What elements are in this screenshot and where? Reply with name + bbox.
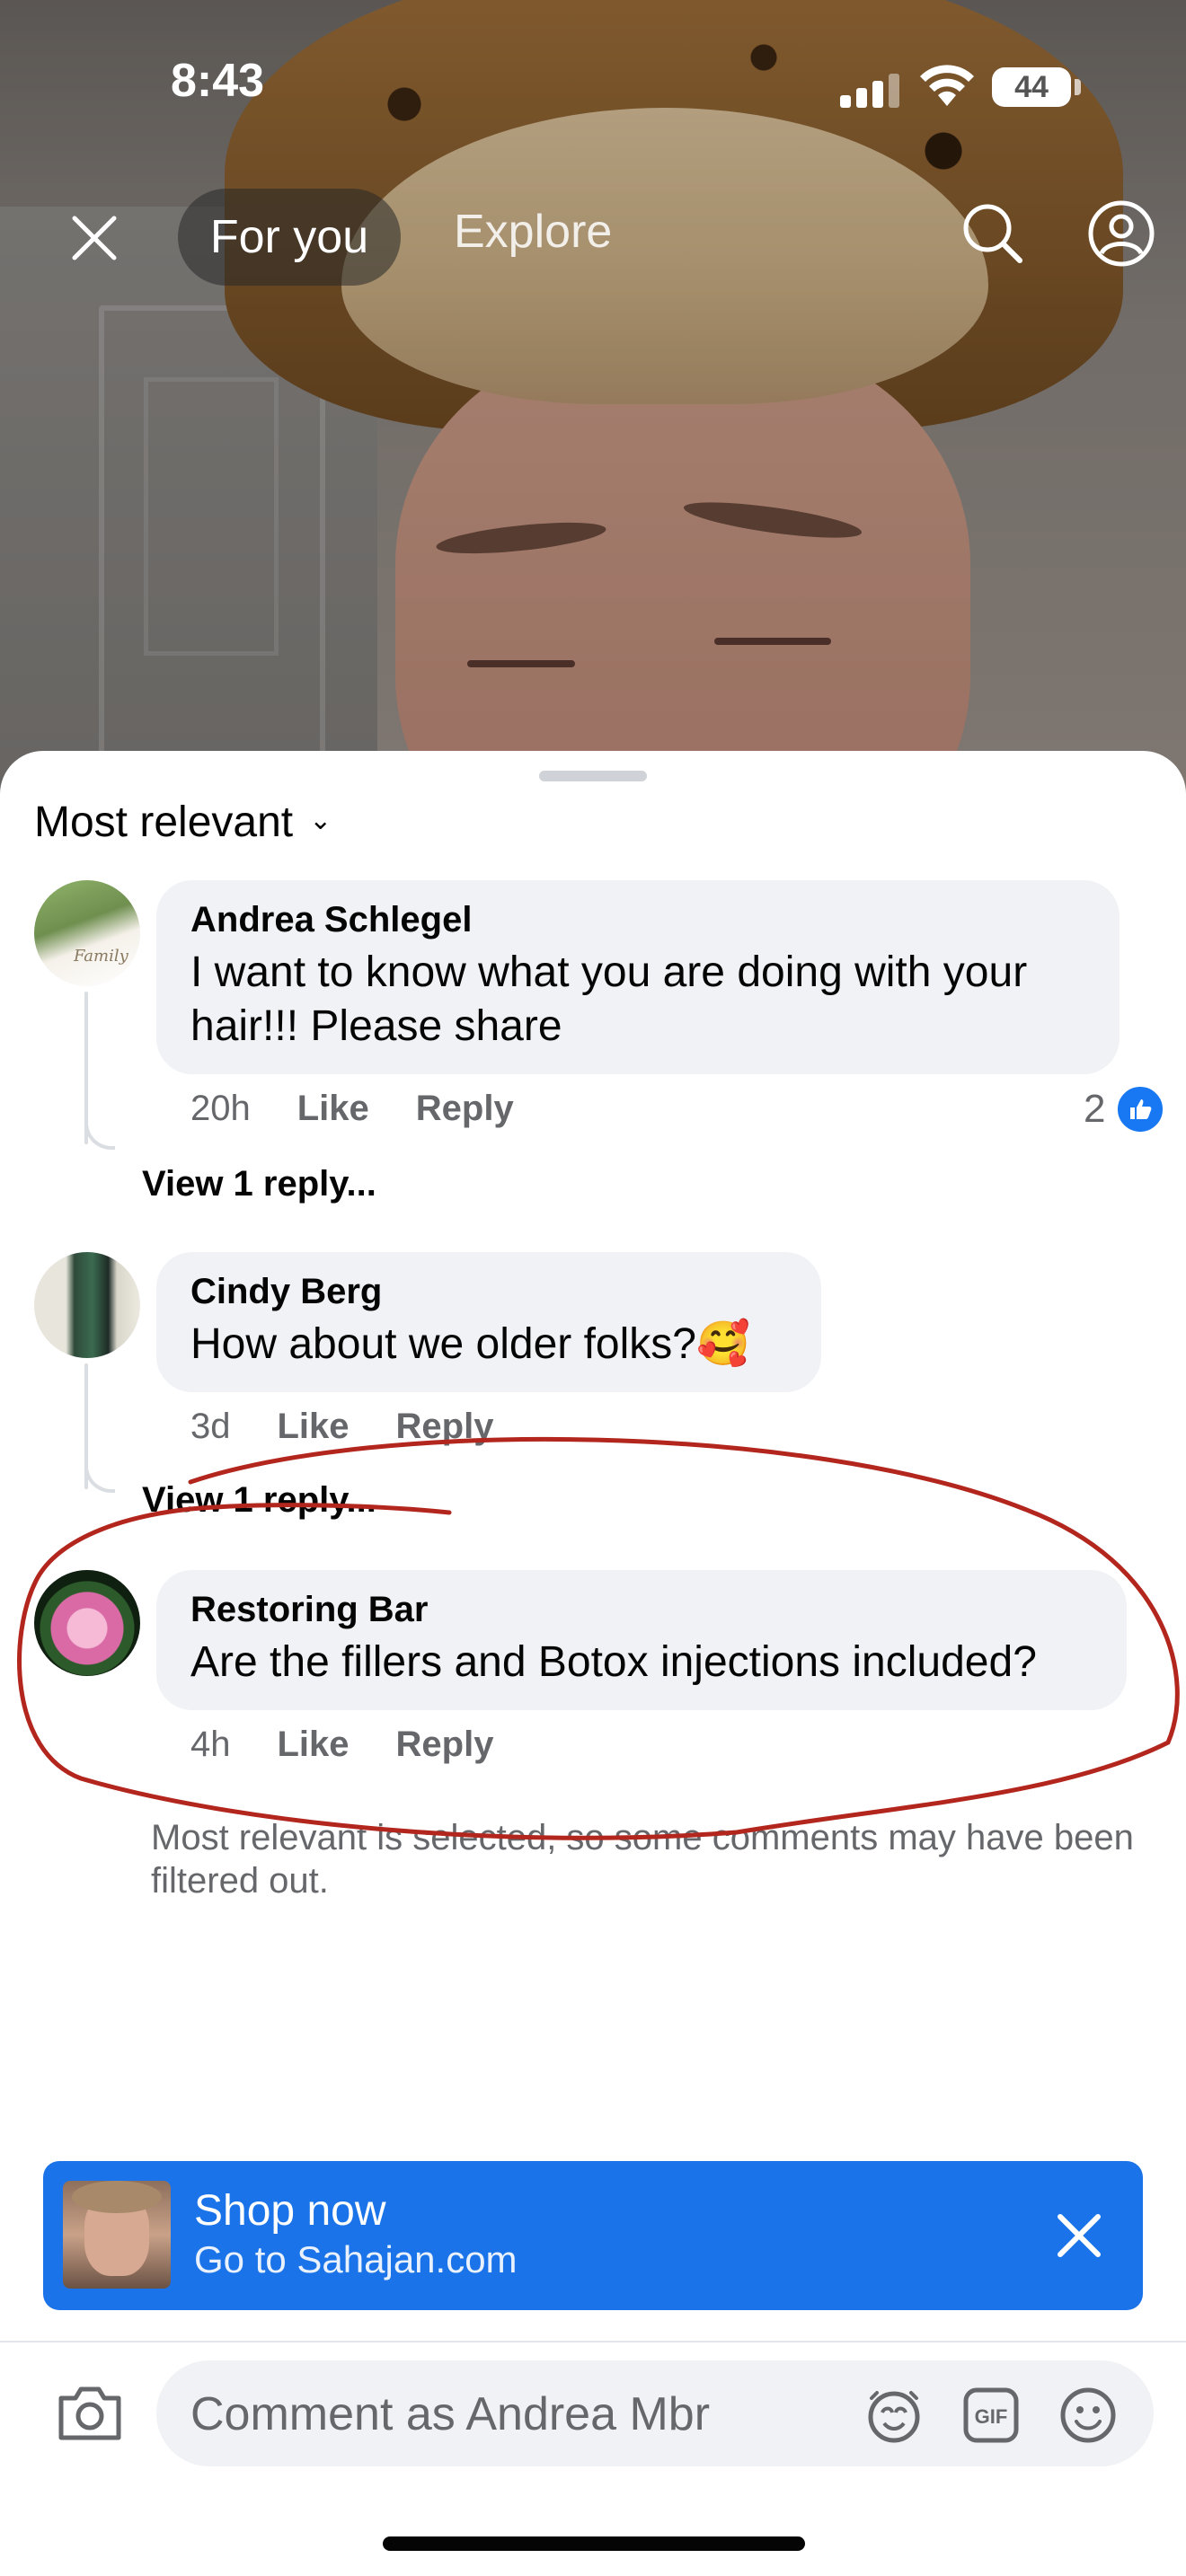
comment-text: Are the fillers and Botox injections inc…: [190, 1638, 1037, 1686]
search-icon[interactable]: [957, 198, 1029, 269]
avatar[interactable]: [34, 1252, 140, 1358]
reply-button[interactable]: Reply: [416, 1089, 514, 1129]
comment-bubble[interactable]: Restoring Bar Are the fillers and Botox …: [156, 1570, 1127, 1710]
avatar[interactable]: [34, 1570, 140, 1676]
comment-placeholder: Comment as Andrea Mbr: [190, 2388, 711, 2440]
comment-author[interactable]: Cindy Berg: [190, 1272, 787, 1312]
comment-author[interactable]: Andrea Schlegel: [190, 900, 1085, 940]
profile-icon[interactable]: [1085, 198, 1157, 269]
battery-nub: [1075, 79, 1081, 95]
comment-actions: 3d Like Reply: [190, 1407, 493, 1447]
comment-actions: 20h Like Reply: [190, 1089, 514, 1129]
battery-indicator: 44: [992, 67, 1071, 107]
close-button[interactable]: [58, 202, 130, 274]
comment-actions: 4h Like Reply: [190, 1725, 493, 1765]
like-button[interactable]: Like: [278, 1407, 350, 1447]
reply-button[interactable]: Reply: [396, 1725, 494, 1765]
comment-timestamp: 4h: [190, 1725, 231, 1764]
thread-curve: [84, 1119, 115, 1150]
comment-timestamp: 20h: [190, 1089, 251, 1128]
ad-title: Shop now: [194, 2187, 386, 2235]
chevron-down-icon: ⌄: [309, 806, 332, 835]
reply-button[interactable]: Reply: [396, 1407, 494, 1447]
filter-note: Most relevant is selected, so some comme…: [151, 1818, 1134, 1901]
sheet-grabber[interactable]: [539, 771, 647, 781]
comment-bubble[interactable]: Cindy Berg How about we older folks?🥰: [156, 1252, 821, 1392]
comment-bubble[interactable]: Andrea Schlegel I want to know what you …: [156, 880, 1120, 1074]
ad-subtitle: Go to Sahajan.com: [194, 2238, 518, 2280]
comment-text: How about we older folks?🥰: [190, 1320, 750, 1368]
composer-divider: [0, 2341, 1186, 2342]
sort-label: Most relevant: [34, 798, 294, 846]
close-icon: [72, 216, 117, 260]
emoji-icon[interactable]: [1058, 2386, 1118, 2445]
sort-dropdown[interactable]: Most relevant ⌄: [34, 798, 332, 847]
camera-icon[interactable]: [54, 2380, 126, 2445]
comment-timestamp: 3d: [190, 1407, 231, 1446]
like-icon: [1114, 1083, 1167, 1135]
comment-input[interactable]: Comment as Andrea Mbr GIF: [156, 2360, 1154, 2466]
svg-text:GIF: GIF: [975, 2405, 1008, 2428]
tab-explore[interactable]: Explore: [454, 205, 612, 259]
reaction-count: 2: [1084, 1087, 1106, 1131]
shop-now-banner[interactable]: Shop now Go to Sahajan.com: [43, 2161, 1143, 2310]
cellular-signal-icon: [840, 72, 903, 108]
comment-author[interactable]: Restoring Bar: [190, 1590, 1093, 1630]
gif-icon[interactable]: GIF: [961, 2386, 1021, 2445]
like-button[interactable]: Like: [297, 1089, 369, 1129]
tab-for-you[interactable]: For you: [178, 189, 401, 286]
reaction-summary[interactable]: 2: [1084, 1083, 1167, 1135]
like-button[interactable]: Like: [278, 1725, 350, 1765]
avatar-sticker-icon[interactable]: [864, 2386, 924, 2445]
wifi-icon: [920, 65, 974, 106]
video-dim-overlay: [0, 0, 1186, 808]
view-replies-link[interactable]: View 1 reply...: [142, 1164, 376, 1204]
home-indicator[interactable]: [383, 2536, 805, 2551]
ad-thumbnail: [63, 2181, 171, 2289]
avatar[interactable]: Family: [34, 880, 140, 986]
view-replies-link[interactable]: View 1 reply...: [142, 1480, 376, 1521]
video-background[interactable]: [0, 0, 1186, 808]
comment-text: I want to know what you are doing with y…: [190, 948, 1028, 1050]
status-time: 8:43: [171, 55, 265, 107]
close-icon[interactable]: [1048, 2204, 1111, 2267]
thread-curve: [84, 1462, 115, 1493]
